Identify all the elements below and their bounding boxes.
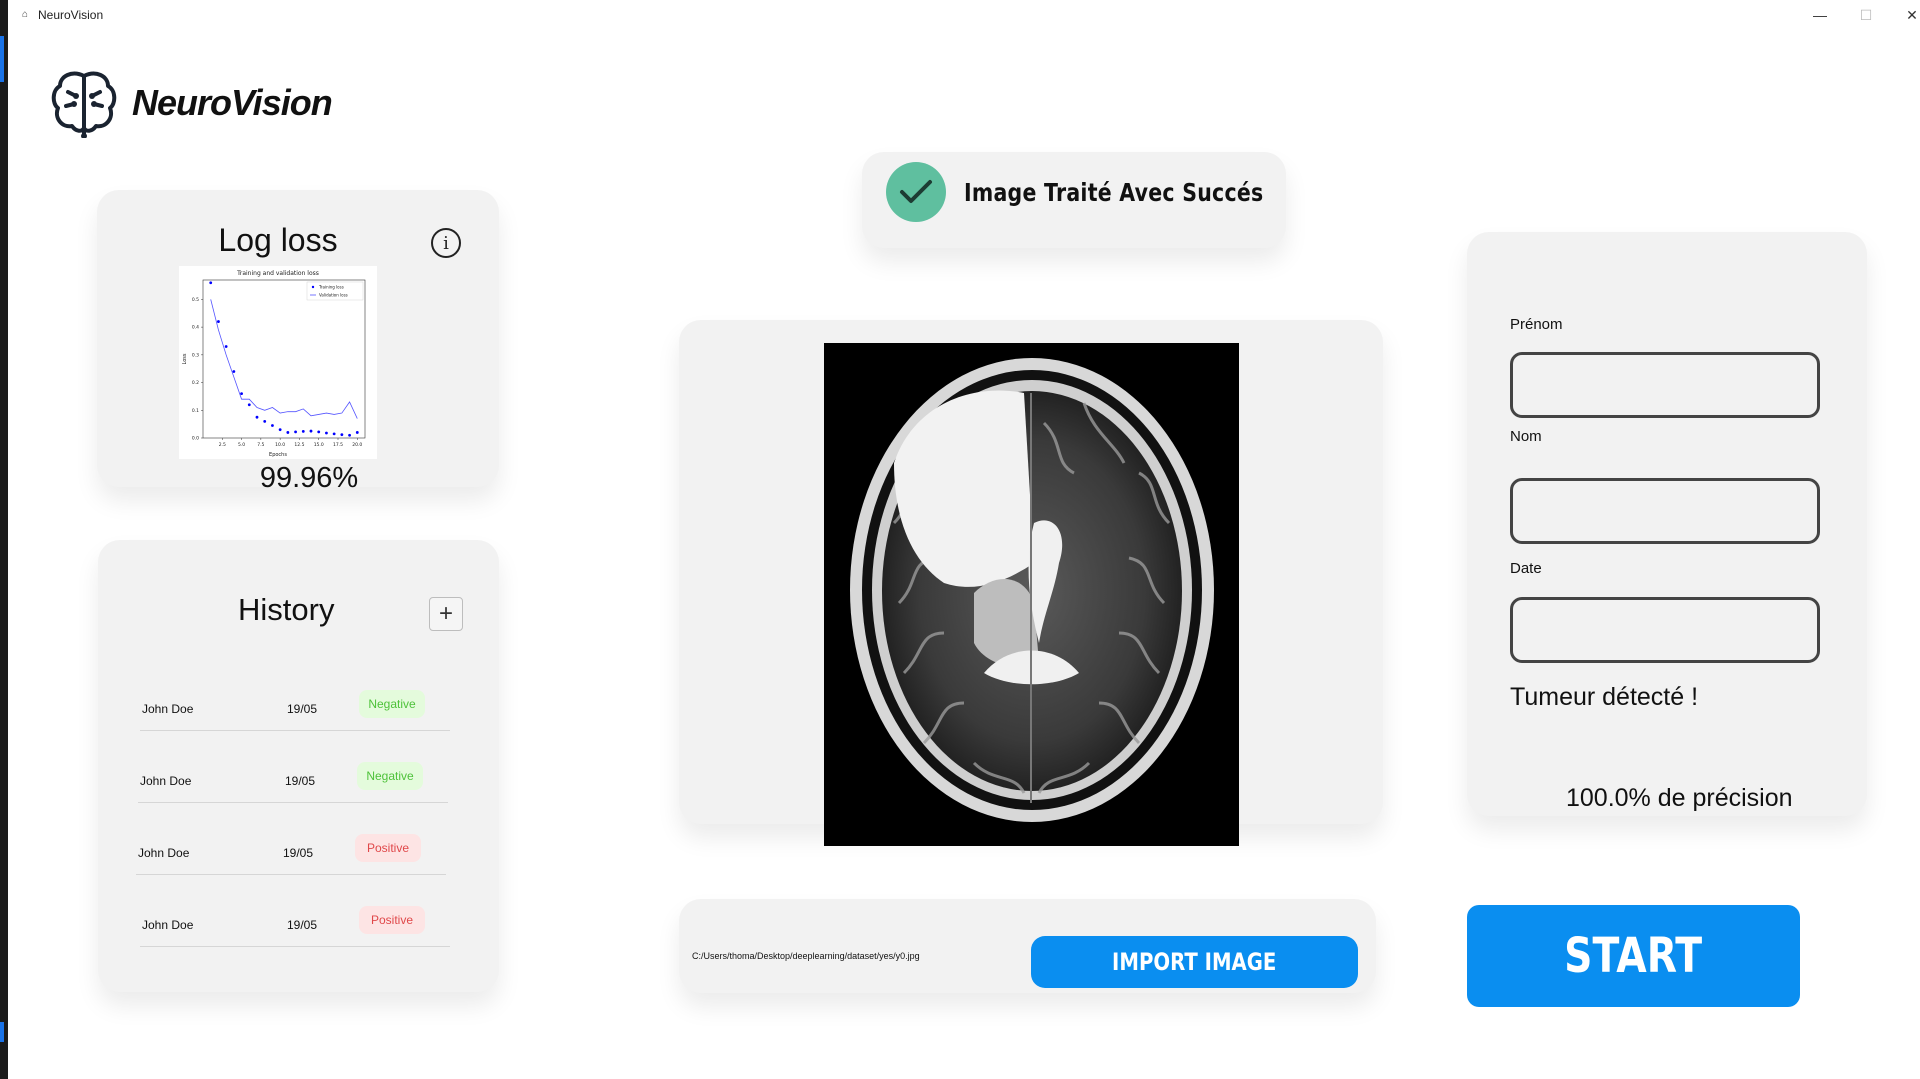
info-icon[interactable]: i xyxy=(431,228,461,258)
history-date: 19/05 xyxy=(287,918,318,932)
chart-ytick-label: 0.4 xyxy=(192,325,199,331)
training-loss-point xyxy=(271,424,274,427)
training-loss-point xyxy=(255,415,259,419)
history-card: History + John Doe 19/05 Negative John Doe 1… xyxy=(98,540,499,992)
chart-xlabel: Epochs xyxy=(269,452,287,458)
brain-icon xyxy=(51,71,117,138)
training-loss-point xyxy=(301,429,305,433)
history-date: 19/05 xyxy=(285,774,316,788)
history-row[interactable]: John Doe 19/05 Negative xyxy=(142,690,442,730)
training-loss-point xyxy=(263,419,267,423)
training-loss-point xyxy=(286,431,290,434)
chart-title: Training and validation loss xyxy=(236,270,319,277)
date-field[interactable] xyxy=(1510,597,1820,663)
history-result-badge: Negative xyxy=(359,690,425,718)
left-edge-bar xyxy=(0,0,8,1079)
window-titlebar: ⌂ NeuroVision — ☐ ✕ xyxy=(8,0,1920,30)
chart-xtick-label: 7.5 xyxy=(257,442,264,448)
history-row[interactable]: John Doe 19/05 Positive xyxy=(142,906,442,946)
history-patient-name: John Doe xyxy=(138,846,190,860)
training-loss-point xyxy=(348,433,351,437)
history-date: 19/05 xyxy=(287,702,318,716)
chart-xtick-label: 2.5 xyxy=(219,442,226,448)
brand-name: NeuroVision xyxy=(132,82,333,123)
close-button[interactable]: ✕ xyxy=(1889,0,1920,30)
training-loss-point xyxy=(232,370,236,373)
status-card: Image Traité Avec Succés xyxy=(862,152,1286,248)
training-loss-point xyxy=(240,392,243,396)
brand-logo: NeuroVision xyxy=(50,68,333,138)
precision-value: 100.0% de précision xyxy=(1566,784,1793,812)
history-date: 19/05 xyxy=(283,846,314,860)
training-loss-point xyxy=(355,431,359,434)
loss-chart: Training and validation loss Epochs Loss 2.… xyxy=(179,266,377,459)
validation-loss-line xyxy=(210,299,358,419)
chart-xtick-label: 17.5 xyxy=(333,442,343,448)
left-edge-accent xyxy=(0,1022,4,1042)
import-image-button[interactable]: IMPORT IMAGE xyxy=(1031,936,1358,988)
legend-training-label: Training loss xyxy=(318,285,344,290)
training-loss-point xyxy=(294,430,297,434)
plus-icon[interactable]: + xyxy=(429,597,463,631)
last-name-label: Nom xyxy=(1510,428,1542,445)
date-label: Date xyxy=(1510,560,1542,577)
chart-ytick-label: 0.5 xyxy=(192,297,199,303)
legend-training-marker xyxy=(311,285,315,289)
chart-ytick-label: 0.0 xyxy=(192,436,199,442)
checkmark-icon xyxy=(886,162,946,222)
training-loss-point xyxy=(209,281,213,285)
logloss-title: Log loss xyxy=(218,222,338,258)
start-label: START xyxy=(1564,928,1703,984)
first-name-label: Prénom xyxy=(1510,316,1563,333)
chart-ytick-label: 0.3 xyxy=(192,352,199,358)
left-edge-accent xyxy=(0,36,4,82)
first-name-field[interactable] xyxy=(1510,352,1820,418)
training-loss-point xyxy=(278,428,282,432)
history-row[interactable]: John Doe 19/05 Positive xyxy=(138,834,438,874)
history-result-badge: Positive xyxy=(359,906,425,934)
chart-xtick-label: 10.0 xyxy=(275,442,285,448)
history-row-divider xyxy=(140,946,450,947)
history-patient-name: John Doe xyxy=(142,918,194,932)
training-loss-point xyxy=(247,403,251,407)
logloss-card: Log loss i Training and validation loss E… xyxy=(97,190,499,494)
import-image-label: IMPORT IMAGE xyxy=(1112,948,1277,976)
last-name-field[interactable] xyxy=(1510,478,1820,544)
loss-chart-svg: Training and validation loss Epochs Loss 2.… xyxy=(182,270,366,458)
training-loss-point xyxy=(325,431,328,435)
chart-ytick-label: 0.2 xyxy=(192,380,199,386)
chart-xtick-label: 12.5 xyxy=(294,442,304,448)
file-path: C:/Users/thoma/Desktop/deeplearning/data… xyxy=(692,951,920,961)
training-loss-point xyxy=(317,430,321,434)
history-patient-name: John Doe xyxy=(140,774,192,788)
history-row[interactable]: John Doe 19/05 Negative xyxy=(140,762,440,802)
training-loss-point xyxy=(224,345,228,348)
chart-xtick-label: 15.0 xyxy=(314,442,324,448)
chart-ytick-label: 0.1 xyxy=(192,408,199,414)
history-row-divider xyxy=(140,730,450,731)
maximize-button[interactable]: ☐ xyxy=(1843,0,1889,30)
minimize-button[interactable]: — xyxy=(1797,0,1843,30)
history-result-badge: Positive xyxy=(355,834,421,862)
training-loss-point xyxy=(332,432,336,436)
history-patient-name: John Doe xyxy=(142,702,194,716)
history-row-divider xyxy=(136,874,446,875)
chart-xtick-label: 5.0 xyxy=(238,442,245,448)
history-result-badge: Negative xyxy=(357,762,423,790)
history-row-divider xyxy=(138,802,448,803)
window-title: NeuroVision xyxy=(38,8,104,22)
start-button[interactable]: START xyxy=(1467,905,1800,1007)
accuracy-value: 99.96% xyxy=(259,462,359,494)
chart-ylabel: Loss xyxy=(182,353,188,364)
mri-image xyxy=(824,343,1239,846)
training-loss-point xyxy=(217,320,220,323)
legend-validation-label: Validation loss xyxy=(319,293,348,298)
chart-xtick-label: 20.0 xyxy=(352,442,362,448)
training-loss-point xyxy=(340,433,344,437)
training-loss-point xyxy=(309,429,313,433)
app-icon: ⌂ xyxy=(22,9,29,20)
status-message: Image Traité Avec Succés xyxy=(964,178,1264,207)
detection-result: Tumeur détecté ! xyxy=(1510,683,1699,711)
history-title: History xyxy=(238,592,335,627)
